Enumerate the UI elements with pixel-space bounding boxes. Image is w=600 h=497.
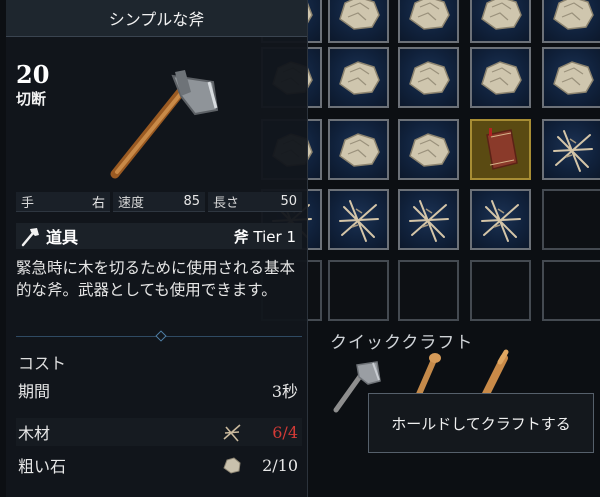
stat-value: 右 — [91, 196, 105, 211]
inventory-slot-empty[interactable] — [470, 260, 531, 321]
inventory-slot[interactable] — [470, 0, 531, 43]
duration-label: 期間 — [18, 382, 51, 401]
inventory-slot-empty[interactable] — [542, 189, 600, 250]
cost-value-insufficient: 6/4 — [272, 422, 298, 442]
inventory-slot-empty[interactable] — [542, 260, 600, 321]
rough-stone-icon — [408, 0, 450, 30]
rough-stone-icon — [480, 60, 522, 95]
inventory-slot[interactable] — [470, 189, 531, 250]
item-type-label: 道具 — [46, 228, 79, 247]
tool-axe-icon — [21, 228, 39, 247]
stat-label: 長さ — [213, 196, 240, 211]
tooltip-header: シンプルな斧 — [6, 0, 307, 37]
stat-value: 50 — [280, 194, 297, 209]
inventory-slot[interactable] — [470, 47, 531, 108]
rough-stone-icon — [338, 132, 380, 167]
hold-to-craft-tooltip: ホールドしてクラフトする — [368, 393, 594, 453]
stat-hand: 手 右 — [16, 192, 110, 212]
wood-sticks-icon — [480, 199, 521, 242]
wood-sticks-icon — [223, 424, 241, 442]
item-title: シンプルな斧 — [108, 10, 205, 29]
axe-icon — [110, 70, 219, 179]
tier-category: 斧 — [233, 227, 249, 246]
rough-stone-icon — [338, 60, 380, 95]
item-type-row: 道具 斧 Tier 1 — [16, 223, 302, 249]
item-tooltip: シンプルな斧 20 切断 手 右 速度 85 長さ 50 道具 斧 Tier 1… — [6, 0, 308, 497]
item-tier: 斧 Tier 1 — [234, 226, 296, 247]
stat-label: 手 — [21, 196, 35, 211]
inventory-slot[interactable] — [542, 119, 600, 180]
inventory-slot[interactable] — [470, 119, 531, 180]
damage-type: 切断 — [16, 90, 47, 108]
stat-value: 85 — [183, 194, 200, 209]
quick-craft-title: クイッククラフト — [330, 333, 474, 353]
cost-row-wood: 木材 6/4 — [16, 418, 302, 446]
inventory-slot[interactable] — [328, 0, 389, 43]
cost-label: 木材 — [18, 424, 51, 443]
wood-sticks-icon — [338, 199, 379, 242]
wood-sticks-icon — [408, 199, 449, 242]
inventory-slot[interactable] — [398, 47, 459, 108]
wood-sticks-icon — [552, 129, 593, 172]
cost-value: 2/10 — [262, 455, 298, 475]
inventory-slot[interactable] — [398, 189, 459, 250]
duration-row: 期間 3秒 — [16, 376, 302, 404]
book-icon — [485, 127, 518, 170]
item-stats: 手 右 速度 85 長さ 50 — [16, 192, 302, 212]
rough-stone-icon — [408, 60, 450, 95]
inventory-slot[interactable] — [398, 0, 459, 43]
cost-label: 粗い石 — [18, 457, 67, 476]
inventory-slot[interactable] — [542, 47, 600, 108]
cost-title: コスト — [18, 354, 67, 373]
inventory-slot[interactable] — [328, 47, 389, 108]
rough-stone-icon — [552, 0, 594, 30]
tier-text: Tier 1 — [253, 227, 296, 246]
inventory-slot[interactable] — [328, 189, 389, 250]
inventory-slot[interactable] — [542, 0, 600, 43]
rough-stone-icon — [552, 60, 594, 95]
rough-stone-icon — [338, 0, 380, 30]
stat-length: 長さ 50 — [208, 192, 302, 212]
item-description: 緊急時に木を切るために使用される基本的な斧。武器としても使用できます。 — [16, 259, 296, 299]
cost-row-stone: 粗い石 2/10 — [16, 451, 302, 479]
rough-stone-icon — [223, 457, 241, 474]
duration-value: 3秒 — [271, 382, 298, 401]
inventory-slot-empty[interactable] — [398, 260, 459, 321]
stat-speed: 速度 85 — [113, 192, 205, 212]
hold-to-craft-text: ホールドしてクラフトする — [391, 414, 571, 433]
inventory-slot[interactable] — [328, 119, 389, 180]
stat-label: 速度 — [118, 196, 145, 211]
divider-ornament — [155, 330, 167, 342]
damage-value: 20 — [16, 60, 50, 89]
rough-stone-icon — [408, 132, 450, 167]
inventory-slot-empty[interactable] — [328, 260, 389, 321]
inventory-slot[interactable] — [398, 119, 459, 180]
rough-stone-icon — [480, 0, 522, 30]
